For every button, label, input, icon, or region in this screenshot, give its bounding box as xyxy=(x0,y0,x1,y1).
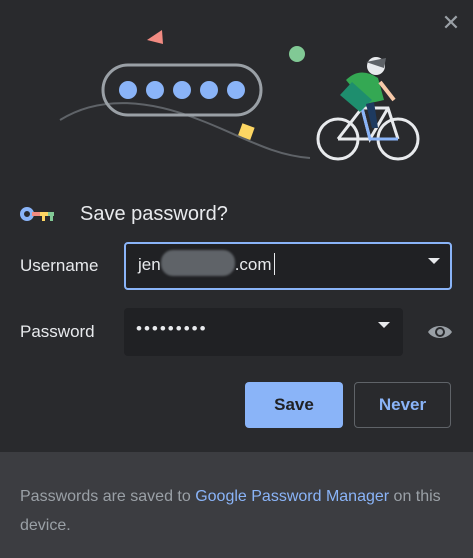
save-password-dialog: ✕ Save password? Username jen .com Passw… xyxy=(0,0,473,558)
username-field[interactable]: jen .com xyxy=(124,242,452,290)
password-manager-link[interactable]: Google Password Manager xyxy=(195,488,389,505)
redacted-region xyxy=(160,249,235,276)
password-field[interactable]: ••••••••• xyxy=(124,308,403,356)
chevron-down-icon[interactable] xyxy=(378,322,390,328)
chevron-down-icon[interactable] xyxy=(428,258,440,264)
footer-text: Passwords are saved to xyxy=(20,488,196,505)
dialog-title: Save password? xyxy=(80,202,228,225)
password-label: Password xyxy=(20,322,95,341)
username-label: Username xyxy=(20,256,99,275)
dialog-header: Save password? xyxy=(20,198,228,230)
password-value: ••••••••• xyxy=(136,319,208,338)
username-value: jen .com xyxy=(138,249,275,276)
never-button[interactable]: Never xyxy=(354,382,451,428)
dialog-footer: Passwords are saved to Google Password M… xyxy=(0,452,473,558)
circle-shape xyxy=(289,46,305,62)
key-icon xyxy=(20,207,54,221)
save-button[interactable]: Save xyxy=(245,382,343,428)
text-cursor xyxy=(273,252,275,275)
triangle-shape xyxy=(147,30,163,44)
cyclist-illustration xyxy=(59,30,420,161)
rider-figure xyxy=(340,57,396,128)
eye-icon[interactable] xyxy=(426,320,454,344)
